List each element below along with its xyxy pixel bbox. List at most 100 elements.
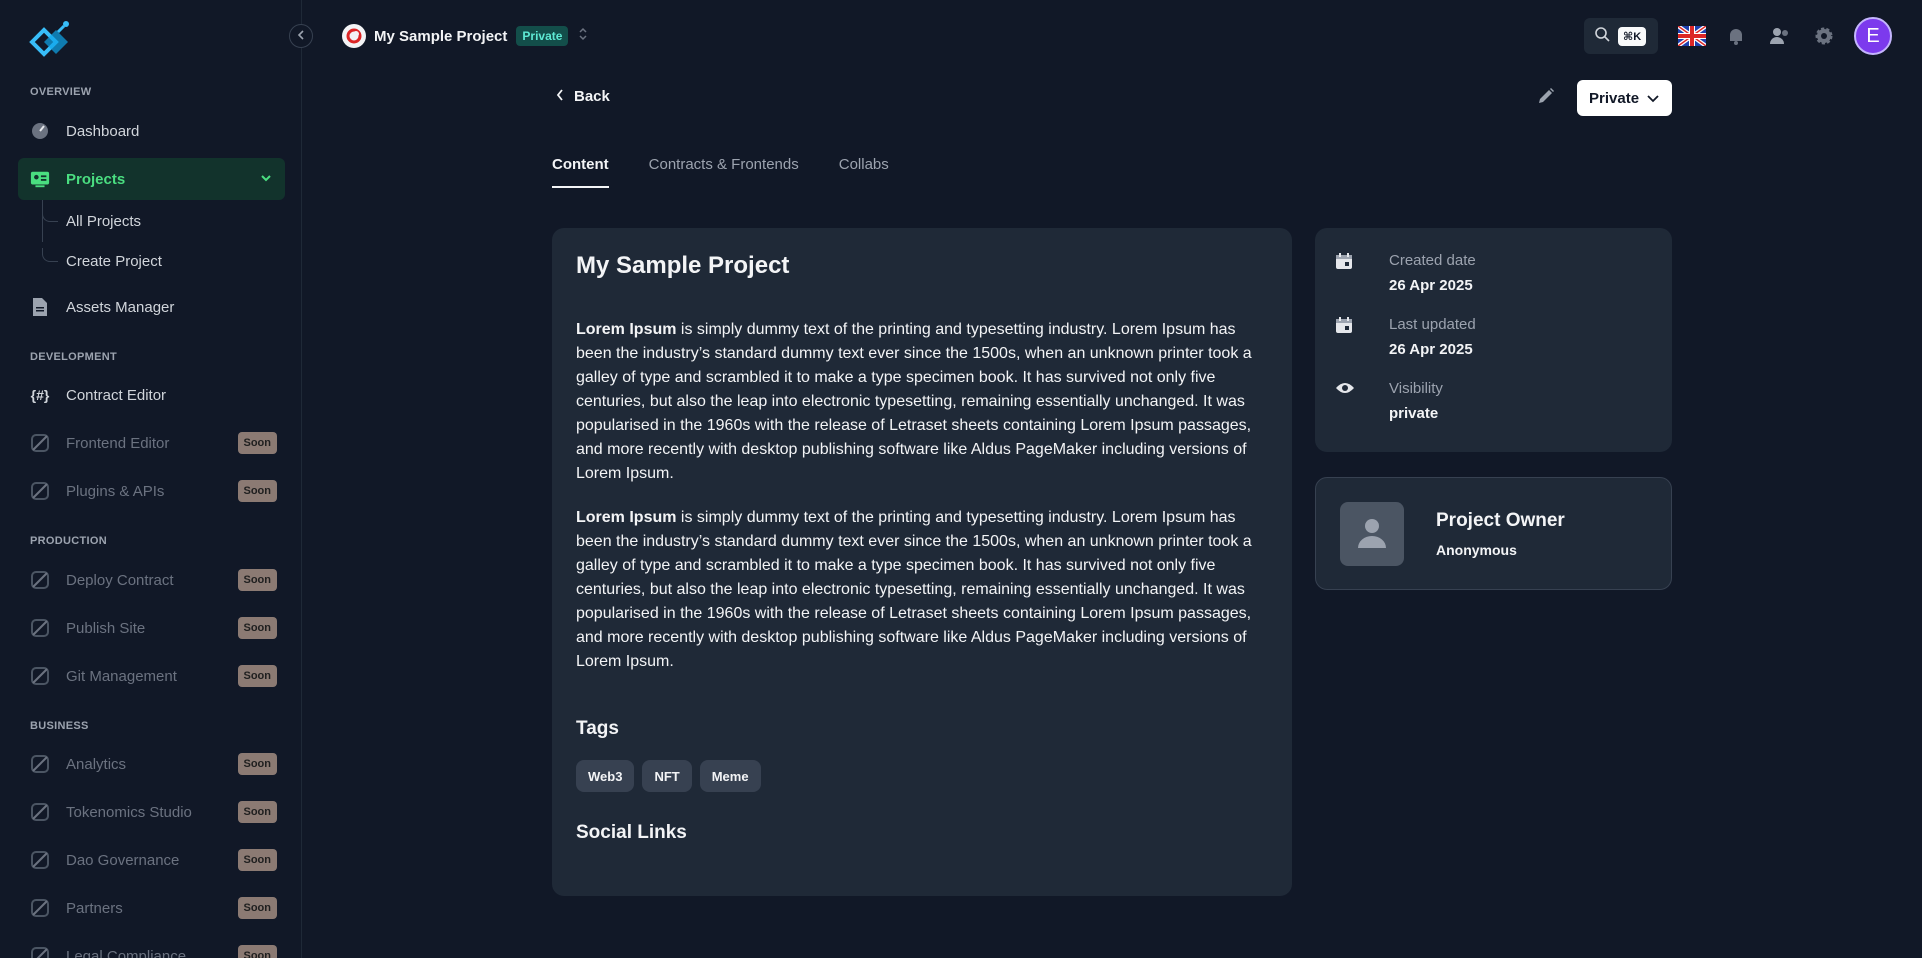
sidebar-subitem-create-project[interactable]: Create Project bbox=[66, 253, 162, 270]
sidebar-item-label: Git Management bbox=[66, 667, 177, 685]
disabled-icon bbox=[30, 946, 50, 958]
sidebar: OVERVIEW Dashboard Projects All Projects… bbox=[0, 0, 302, 958]
owner-heading: Project Owner bbox=[1436, 510, 1565, 531]
document-icon bbox=[30, 297, 50, 317]
search-button[interactable]: ⌘K bbox=[1584, 18, 1658, 54]
paragraph-bold: Lorem Ipsum bbox=[576, 321, 677, 338]
paragraph-bold: Lorem Ipsum bbox=[576, 509, 677, 526]
tab-collabs[interactable]: Collabs bbox=[839, 150, 889, 188]
disabled-icon bbox=[30, 481, 50, 501]
topbar-actions: ⌘K E bbox=[1584, 17, 1892, 55]
user-avatar[interactable]: E bbox=[1854, 17, 1892, 55]
pencil-icon[interactable] bbox=[1536, 86, 1560, 110]
sidebar-item-label: Partners bbox=[66, 899, 123, 917]
project-owner-card: Project Owner Anonymous bbox=[1315, 477, 1672, 590]
sidebar-item-label: Contract Editor bbox=[66, 386, 167, 404]
social-links-heading: Social Links bbox=[576, 822, 687, 843]
sidebar-item-frontend-editor[interactable]: Frontend Editor Soon bbox=[18, 422, 285, 464]
meta-label: Created date bbox=[1389, 252, 1476, 269]
sidebar-item-plugins-apis[interactable]: Plugins & APIs Soon bbox=[18, 470, 285, 512]
description-paragraph: Lorem Ipsum is simply dummy text of the … bbox=[576, 506, 1268, 674]
tag-list: Web3 NFT Meme bbox=[576, 760, 1268, 792]
sidebar-item-label: Frontend Editor bbox=[66, 434, 170, 452]
tab-bar: Content Contracts & Frontends Collabs bbox=[552, 150, 929, 188]
section-production: PRODUCTION bbox=[30, 535, 107, 547]
bell-icon[interactable] bbox=[1722, 22, 1750, 50]
description-paragraph: Lorem Ipsum is simply dummy text of the … bbox=[576, 318, 1268, 486]
sidebar-item-contract-editor[interactable]: {#} Contract Editor bbox=[18, 374, 285, 416]
tags-heading: Tags bbox=[576, 718, 619, 739]
paragraph-text: is simply dummy text of the printing and… bbox=[576, 509, 1252, 670]
meta-visibility: Visibility private bbox=[1335, 380, 1672, 444]
brand-logo-icon[interactable] bbox=[28, 18, 72, 62]
project-switcher[interactable]: My Sample Project Private bbox=[342, 24, 588, 48]
sidebar-item-git-management[interactable]: Git Management Soon bbox=[18, 655, 285, 697]
soon-badge: Soon bbox=[237, 945, 277, 958]
tag-chip[interactable]: Web3 bbox=[576, 760, 635, 792]
back-button[interactable]: Back bbox=[556, 88, 610, 105]
meta-value: 26 Apr 2025 bbox=[1389, 341, 1473, 358]
sidebar-item-label: Deploy Contract bbox=[66, 571, 174, 589]
page-title: My Sample Project bbox=[576, 252, 790, 279]
soon-badge: Soon bbox=[237, 849, 277, 871]
disabled-icon bbox=[30, 570, 50, 590]
disabled-icon bbox=[30, 850, 50, 870]
paragraph-text: is simply dummy text of the printing and… bbox=[576, 321, 1252, 482]
disabled-icon bbox=[30, 433, 50, 453]
sidebar-item-label: Tokenomics Studio bbox=[66, 803, 192, 821]
soon-badge: Soon bbox=[237, 480, 277, 502]
sidebar-item-partners[interactable]: Partners Soon bbox=[18, 887, 285, 929]
calendar-icon bbox=[1335, 252, 1355, 272]
sidebar-item-analytics[interactable]: Analytics Soon bbox=[18, 743, 285, 785]
sidebar-item-label: Assets Manager bbox=[66, 298, 175, 316]
soon-badge: Soon bbox=[237, 432, 277, 454]
soon-badge: Soon bbox=[237, 801, 277, 823]
project-meta-card: Created date 26 Apr 2025 Last updated 26… bbox=[1315, 228, 1672, 452]
meta-value: 26 Apr 2025 bbox=[1389, 277, 1473, 294]
sidebar-item-tokenomics-studio[interactable]: Tokenomics Studio Soon bbox=[18, 791, 285, 833]
meta-value: private bbox=[1389, 405, 1439, 422]
sidebar-item-legal-compliance[interactable]: Legal Compliance Soon bbox=[18, 935, 285, 958]
sidebar-item-publish-site[interactable]: Publish Site Soon bbox=[18, 607, 285, 649]
meta-updated: Last updated 26 Apr 2025 bbox=[1335, 316, 1672, 380]
tag-chip[interactable]: Meme bbox=[699, 760, 761, 792]
sidebar-item-label: Plugins & APIs bbox=[66, 482, 165, 500]
eye-icon bbox=[1335, 380, 1355, 400]
uk-flag-icon[interactable] bbox=[1678, 22, 1706, 50]
chevron-up-down-icon bbox=[578, 27, 588, 46]
owner-avatar bbox=[1340, 502, 1404, 566]
chevron-down-icon[interactable] bbox=[259, 171, 273, 189]
soon-badge: Soon bbox=[237, 617, 277, 639]
sidebar-item-assets-manager[interactable]: Assets Manager bbox=[18, 286, 285, 328]
sidebar-collapse-button[interactable] bbox=[289, 24, 313, 48]
soon-badge: Soon bbox=[237, 665, 277, 687]
dashboard-icon bbox=[30, 121, 50, 141]
tab-content[interactable]: Content bbox=[552, 150, 609, 188]
calendar-icon bbox=[1335, 316, 1355, 336]
back-label: Back bbox=[574, 88, 610, 105]
users-icon[interactable] bbox=[1766, 22, 1794, 50]
tag-chip[interactable]: NFT bbox=[642, 760, 692, 792]
app-root: OVERVIEW Dashboard Projects All Projects… bbox=[0, 0, 1922, 958]
sidebar-subitem-all-projects[interactable]: All Projects bbox=[66, 213, 141, 230]
sidebar-item-deploy-contract[interactable]: Deploy Contract Soon bbox=[18, 559, 285, 601]
meta-label: Visibility bbox=[1389, 380, 1443, 397]
sidebar-item-dashboard[interactable]: Dashboard bbox=[18, 110, 285, 152]
tree-branch bbox=[42, 248, 58, 262]
section-development: DEVELOPMENT bbox=[30, 351, 118, 363]
sidebar-item-projects[interactable]: Projects bbox=[18, 158, 285, 200]
privacy-badge: Private bbox=[516, 26, 569, 46]
sidebar-item-dao-governance[interactable]: Dao Governance Soon bbox=[18, 839, 285, 881]
disabled-icon bbox=[30, 802, 50, 822]
visibility-dropdown[interactable]: Private bbox=[1577, 80, 1672, 116]
chevron-left-icon bbox=[556, 88, 564, 105]
projects-icon bbox=[30, 169, 50, 189]
section-overview: OVERVIEW bbox=[30, 86, 92, 98]
disabled-icon bbox=[30, 618, 50, 638]
tab-contracts-frontends[interactable]: Contracts & Frontends bbox=[649, 150, 799, 188]
tree-line bbox=[42, 200, 43, 242]
meta-created: Created date 26 Apr 2025 bbox=[1335, 252, 1672, 316]
code-hash-icon: {#} bbox=[30, 387, 50, 403]
gear-icon[interactable] bbox=[1810, 22, 1838, 50]
content-card: My Sample Project Lorem Ipsum is simply … bbox=[552, 228, 1292, 896]
